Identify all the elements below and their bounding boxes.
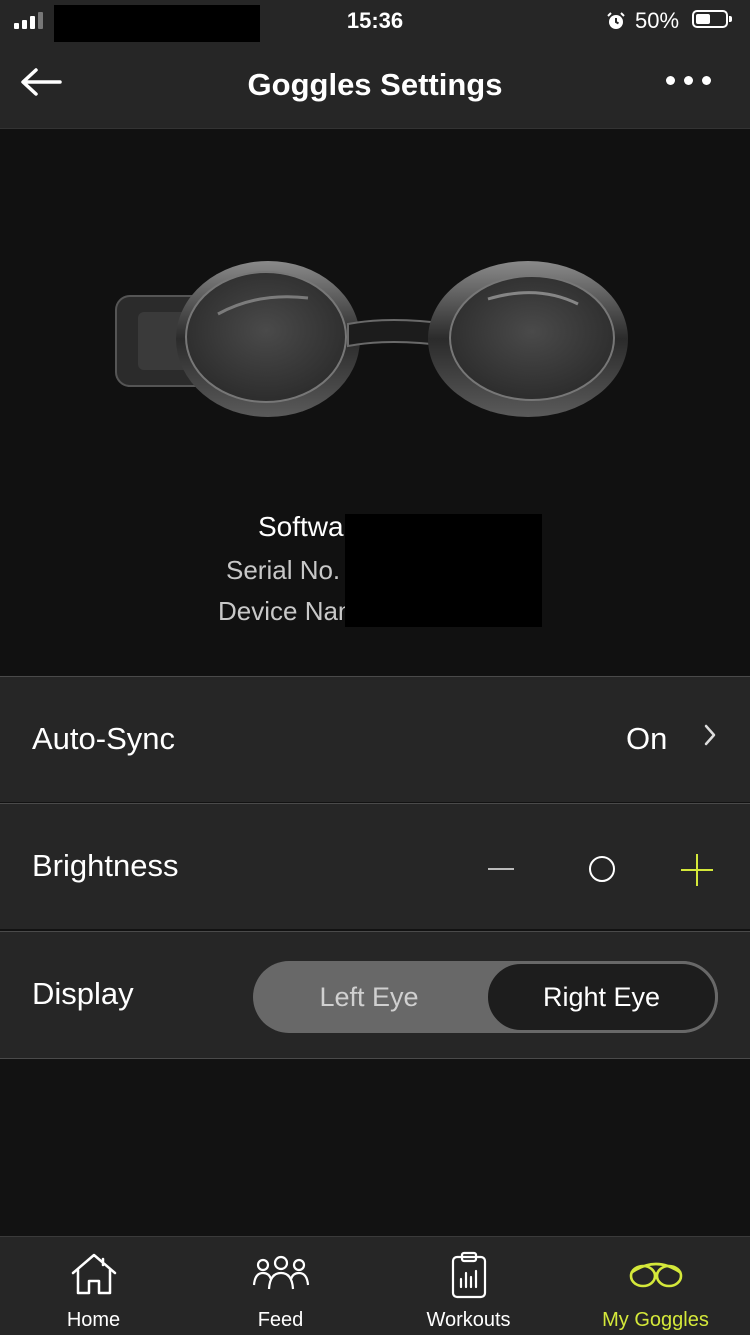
tab-feed[interactable]: Feed	[187, 1237, 374, 1335]
battery-percent: 50%	[635, 8, 680, 33]
tab-home[interactable]: Home	[0, 1237, 187, 1335]
home-icon	[71, 1253, 116, 1295]
status-bar: 15:36 50%	[0, 0, 750, 42]
people-icon	[252, 1255, 309, 1290]
battery-icon	[692, 10, 732, 28]
display-label: Display	[32, 976, 134, 1011]
more-options-icon[interactable]	[666, 76, 711, 85]
clipboard-chart-icon	[451, 1251, 486, 1299]
brightness-row: Brightness	[0, 803, 750, 929]
brightness-label: Brightness	[32, 848, 179, 883]
alarm-icon	[607, 12, 625, 29]
display-row: Display Left Eye Right Eye	[0, 931, 750, 1059]
tab-bar: Home Feed Workouts My Goggles	[0, 1236, 750, 1335]
tab-label: My Goggles	[602, 1309, 709, 1331]
brightness-decrease-button[interactable]	[488, 868, 514, 870]
eye-segmented-control: Left Eye Right Eye	[253, 961, 718, 1033]
tab-label: Workouts	[426, 1309, 511, 1331]
brightness-level-indicator	[589, 856, 615, 882]
left-eye-option[interactable]: Left Eye	[253, 961, 485, 1033]
auto-sync-row[interactable]: Auto-Sync On	[0, 676, 750, 802]
redacted-block	[345, 514, 542, 627]
tab-label: Home	[66, 1309, 121, 1331]
page-title: Goggles Settings	[247, 67, 503, 102]
auto-sync-label: Auto-Sync	[32, 721, 176, 756]
tab-label: Feed	[257, 1309, 304, 1331]
goggles-image	[115, 261, 628, 417]
device-hero: Software Serial No. Device Name:	[0, 129, 750, 675]
tab-workouts[interactable]: Workouts	[375, 1237, 562, 1335]
chevron-right-icon[interactable]	[703, 723, 717, 747]
goggles-icon	[629, 1262, 682, 1288]
auto-sync-value: On	[626, 721, 668, 756]
tab-my-goggles[interactable]: My Goggles	[562, 1237, 749, 1335]
header: Goggles Settings	[0, 42, 750, 129]
right-eye-option[interactable]: Right Eye	[485, 961, 718, 1033]
serial-label: Serial No.	[226, 555, 341, 585]
brightness-increase-button[interactable]	[681, 854, 713, 886]
